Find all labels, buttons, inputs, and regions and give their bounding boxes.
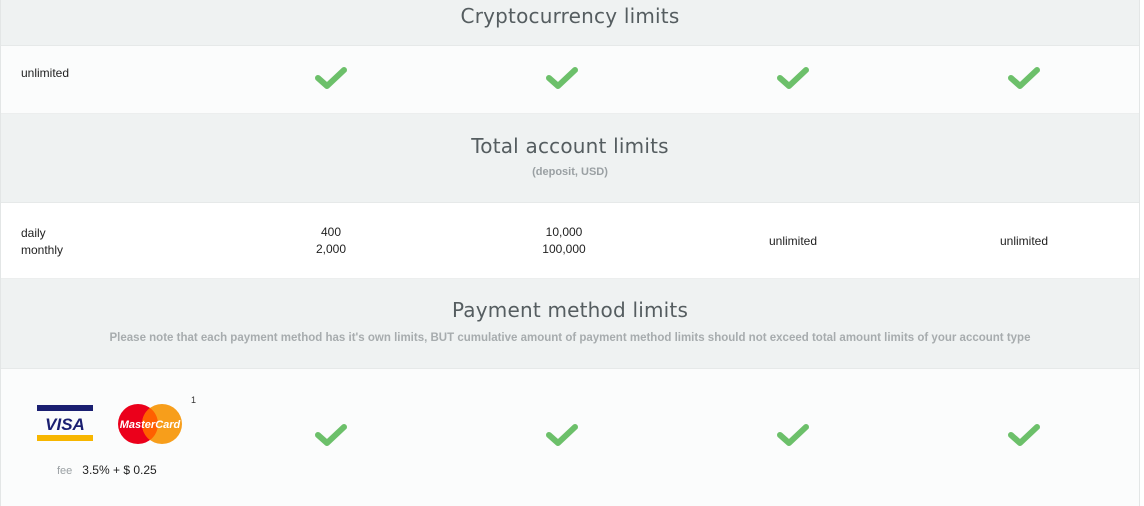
mastercard-logo: MasterCard (118, 404, 182, 444)
check-icon (1008, 424, 1040, 446)
check-icon (315, 67, 347, 89)
payment-check-col2 (492, 423, 632, 447)
fee-label: fee (57, 465, 73, 477)
crypto-limits-title: Cryptocurrency limits (460, 4, 680, 28)
total-limits-row: daily monthly 400 2,000 10,000 100,000 u… (1, 203, 1139, 279)
monthly-value: 2,000 (315, 242, 347, 256)
check-icon (546, 67, 578, 89)
total-col2: 10,000 100,000 (494, 224, 634, 258)
total-row-labels: daily monthly (21, 225, 63, 259)
monthly-value: 100,000 (542, 242, 586, 256)
mastercard-text: MasterCard (120, 419, 181, 431)
payment-check-col3 (723, 423, 863, 447)
crypto-check-col2 (492, 66, 632, 90)
crypto-check-col4 (954, 66, 1094, 90)
payment-limits-row: VISA MasterCard 1 fee 3.5% + $ 0.25 (1, 369, 1139, 506)
daily-value: 400 (320, 225, 342, 239)
total-col3: unlimited (768, 234, 818, 248)
daily-value: 10,000 (545, 225, 583, 239)
crypto-check-col3 (723, 66, 863, 90)
daily-label: daily (21, 226, 46, 240)
total-col1: 400 2,000 (261, 224, 401, 258)
check-icon (777, 67, 809, 89)
visa-logo: VISA (37, 405, 93, 441)
crypto-limits-row: unlimited (1, 46, 1139, 114)
fee-info: fee 3.5% + $ 0.25 (57, 463, 157, 477)
payment-limits-title: Payment method limits (451, 298, 689, 322)
footnote-marker: 1 (191, 395, 197, 405)
check-icon (546, 424, 578, 446)
monthly-label: monthly (21, 243, 64, 257)
payment-limits-header: Payment method limits Please note that e… (1, 279, 1139, 369)
visa-text: VISA (45, 415, 85, 434)
payment-limits-note: Please note that each payment method has… (109, 332, 1031, 344)
total-limits-title: Total account limits (471, 134, 669, 158)
check-icon (315, 424, 347, 446)
total-limits-subtitle: (deposit, USD) (532, 166, 608, 178)
total-col4: unlimited (999, 234, 1049, 248)
total-limits-header: Total account limits (deposit, USD) (1, 114, 1139, 203)
crypto-limits-header: Cryptocurrency limits (1, 0, 1139, 46)
payment-check-col1 (261, 423, 401, 447)
check-icon (1008, 67, 1040, 89)
fee-value: 3.5% + $ 0.25 (82, 463, 157, 477)
limits-table: Cryptocurrency limits unlimited Total ac… (0, 0, 1140, 506)
check-icon (777, 424, 809, 446)
payment-logos: VISA MasterCard (37, 403, 197, 453)
crypto-row-label: unlimited (21, 66, 70, 80)
crypto-check-col1 (261, 66, 401, 90)
payment-check-col4 (954, 423, 1094, 447)
